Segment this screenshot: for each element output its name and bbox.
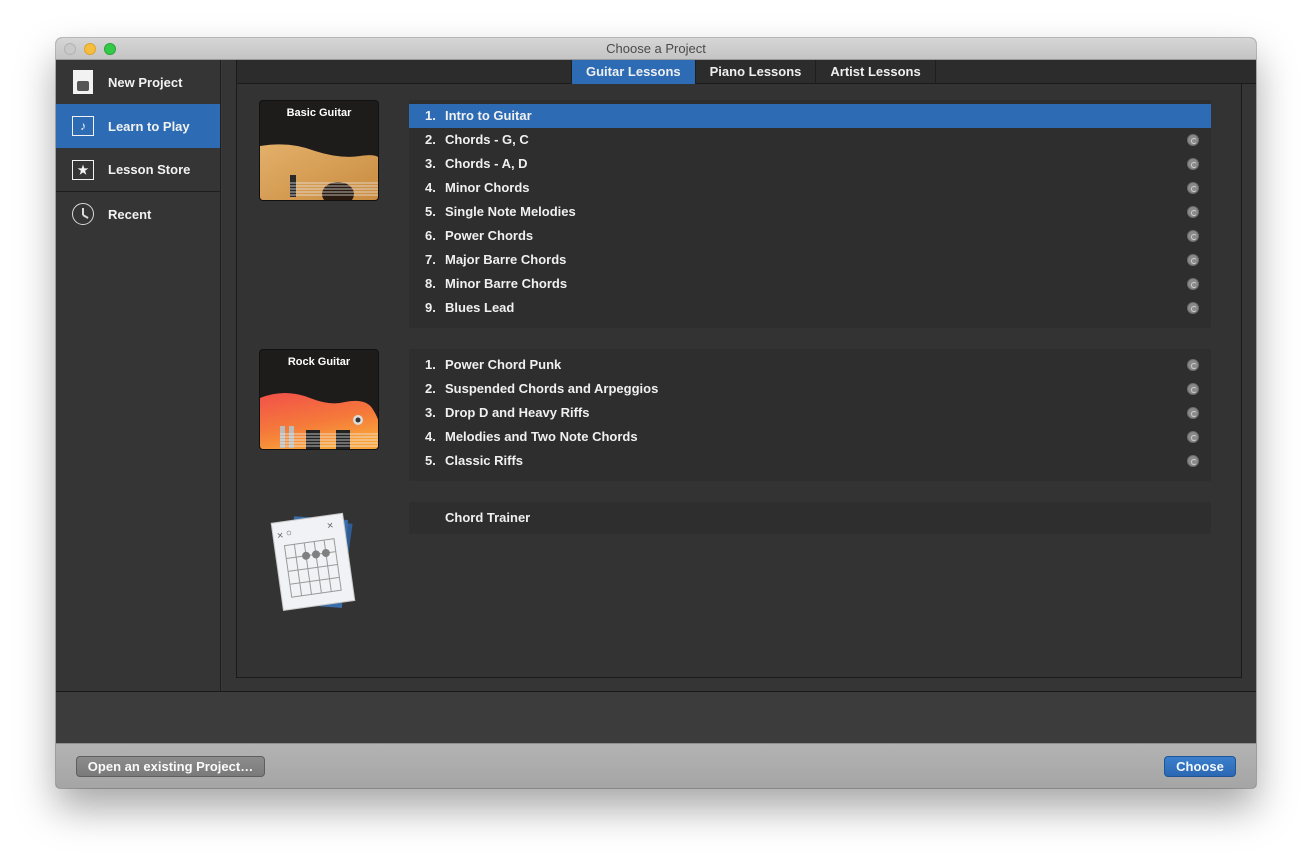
lesson-number: 1. [425,108,436,123]
lesson-row[interactable]: 4. Melodies and Two Note Chords [409,425,1211,449]
lesson-title: Chords - A, D [445,156,528,171]
lesson-title: Intro to Guitar [445,108,532,123]
download-icon[interactable] [1187,407,1199,419]
thumbnail-title: Rock Guitar [287,356,351,368]
chord-trainer-title: Chord Trainer [445,510,531,525]
lesson-row[interactable]: 1. Intro to Guitar [409,104,1211,128]
lesson-list-rock-guitar: 1. Power Chord Punk 2. Suspended Chords an… [409,349,1211,481]
tab-guitar-lessons[interactable]: Guitar Lessons [571,60,696,84]
choose-button[interactable]: Choose [1164,756,1236,777]
footer-bar: Open an existing Project… Choose [56,743,1256,788]
lesson-row[interactable]: 3. Drop D and Heavy Riffs [409,401,1211,425]
lesson-number: 7. [425,252,436,267]
lesson-list-basic-guitar: 1. Intro to Guitar 2. Chords - G, C 3. Chor… [409,100,1211,328]
lesson-row[interactable]: 7. Major Barre Chords [409,248,1211,272]
lesson-title: Major Barre Chords [445,252,567,267]
lesson-number: 3. [425,156,436,171]
lesson-title: Minor Barre Chords [445,276,568,291]
download-icon[interactable] [1187,134,1199,146]
lesson-title: Chords - G, C [445,132,529,147]
lesson-title: Power Chord Punk [445,357,562,372]
lesson-number: 5. [425,204,436,219]
download-icon[interactable] [1187,206,1199,218]
new-project-icon [72,70,94,94]
lesson-row[interactable]: 8. Minor Barre Chords [409,272,1211,296]
lesson-row[interactable]: 2. Suspended Chords and Arpeggios [409,377,1211,401]
music-note-screen-icon: ♪ [72,115,94,137]
rock-guitar-thumbnail[interactable]: Rock Guitar [259,349,379,450]
sidebar-item-lesson-store[interactable]: ★ Lesson Store [56,148,220,192]
sidebar-item-label: Recent [108,206,152,222]
star-screen-icon: ★ [72,159,94,181]
close-window-button[interactable] [64,43,76,55]
sidebar-item-label: Learn to Play [108,118,190,134]
basic-guitar-thumbnail[interactable]: Basic Guitar [259,100,379,201]
lesson-number: 9. [425,300,436,315]
download-icon[interactable] [1187,182,1199,194]
download-icon[interactable] [1187,158,1199,170]
sidebar-item-recent[interactable]: Recent [56,192,220,236]
lesson-number: 5. [425,453,436,468]
lesson-row[interactable]: 9. Blues Lead [409,296,1211,320]
lesson-row[interactable]: 5. Single Note Melodies [409,200,1211,224]
download-icon[interactable] [1187,254,1199,266]
sidebar: New Project ♪ Learn to Play ★ Lesson Sto… [56,60,221,691]
zoom-window-button[interactable] [104,43,116,55]
lesson-title: Power Chords [445,228,534,243]
open-existing-project-button[interactable]: Open an existing Project… [76,756,265,777]
sidebar-item-label: New Project [108,74,183,90]
download-icon[interactable] [1187,359,1199,371]
lesson-number: 8. [425,276,436,291]
lesson-title: Suspended Chords and Arpeggios [445,381,659,396]
title-bar: Choose a Project [56,38,1256,60]
main-panel: Guitar Lessons Piano Lessons Artist Less… [222,60,1256,691]
download-icon[interactable] [1187,278,1199,290]
download-icon[interactable] [1187,455,1199,467]
lesson-row[interactable]: 3. Chords - A, D [409,152,1211,176]
tab-artist-lessons[interactable]: Artist Lessons [816,60,936,84]
lesson-title: Minor Chords [445,180,530,195]
lesson-row[interactable]: 4. Minor Chords [409,176,1211,200]
lessons-content: Basic Guitar 1. Intro to Guitar 2. Chords … [236,84,1242,678]
lesson-row[interactable]: 6. Power Chords [409,224,1211,248]
lesson-title: Drop D and Heavy Riffs [445,405,590,420]
lesson-title: Melodies and Two Note Chords [445,429,638,444]
lesson-title: Classic Riffs [445,453,524,468]
lesson-number: 6. [425,228,436,243]
minimize-window-button[interactable] [84,43,96,55]
lesson-number: 2. [425,132,436,147]
lesson-row[interactable]: 5. Classic Riffs [409,449,1211,473]
lesson-number: 4. [425,429,436,444]
sidebar-item-new-project[interactable]: New Project [56,60,220,104]
lesson-number: 3. [425,405,436,420]
sidebar-item-label: Lesson Store [108,162,191,177]
lesson-number: 2. [425,381,436,396]
lesson-title: Blues Lead [445,300,515,315]
lesson-row[interactable]: 2. Chords - G, C [409,128,1211,152]
download-icon[interactable] [1187,230,1199,242]
tab-piano-lessons[interactable]: Piano Lessons [696,60,817,84]
bottom-area [56,691,1256,743]
chord-trainer-row[interactable]: Chord Trainer [409,502,1211,534]
lesson-row[interactable]: 1. Power Chord Punk [409,353,1211,377]
sidebar-item-learn-to-play[interactable]: ♪ Learn to Play [56,104,220,148]
download-icon[interactable] [1187,302,1199,314]
download-icon[interactable] [1187,383,1199,395]
window-title: Choose a Project [606,41,706,56]
choose-project-window: Choose a Project New Project ♪ Learn to … [56,38,1256,788]
chord-chart-icon[interactable] [267,510,377,620]
lesson-title: Single Note Melodies [445,204,576,219]
thumbnail-title: Basic Guitar [286,107,352,119]
download-icon[interactable] [1187,431,1199,443]
tab-bar: Guitar Lessons Piano Lessons Artist Less… [236,60,1256,84]
clock-icon [72,203,94,225]
lesson-number: 1. [425,357,436,372]
lesson-number: 4. [425,180,436,195]
